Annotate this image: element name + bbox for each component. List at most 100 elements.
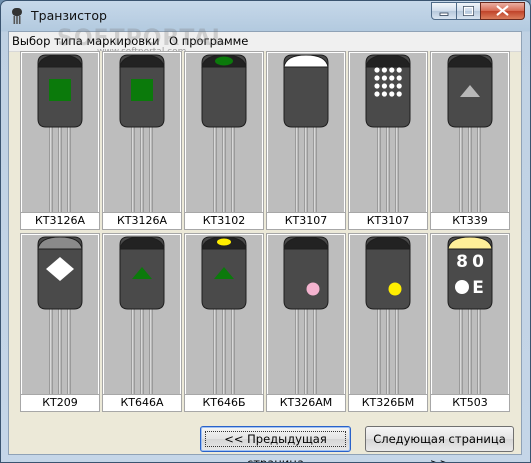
transistor-image — [104, 235, 180, 395]
marking-dot — [396, 83, 402, 89]
marking-square — [131, 79, 153, 101]
lead-highlight — [305, 307, 307, 395]
minimize-icon — [439, 12, 449, 16]
transistor-card[interactable]: КТ3126А — [20, 51, 100, 230]
marking-dot — [389, 91, 395, 97]
maximize-icon — [463, 6, 474, 16]
lead-highlight — [460, 125, 462, 213]
lead-highlight — [387, 307, 389, 395]
lead-highlight — [314, 307, 316, 395]
marking-dot — [381, 91, 387, 97]
marking-dot — [381, 83, 387, 89]
previous-page-button[interactable]: << Предыдущая страница — [200, 426, 351, 462]
transistor-drawing — [119, 54, 165, 213]
transistor-image — [432, 53, 508, 213]
lead-highlight — [50, 125, 52, 213]
marking-dot — [389, 83, 395, 89]
transistor-label: КТ326БМ — [349, 394, 427, 411]
minimize-button[interactable] — [431, 2, 457, 20]
marking-dot — [396, 67, 402, 73]
close-button[interactable] — [480, 2, 525, 20]
marking-dot — [381, 75, 387, 81]
marking-code-char: 0 — [472, 252, 484, 272]
marking-dot — [455, 280, 469, 294]
app-window: Транзистор Выбор типа маркировки О прогр… — [0, 0, 531, 463]
marking-code-char: 8 — [456, 252, 468, 272]
marking-dot — [306, 282, 320, 296]
transistor-label: КТ209 — [21, 394, 99, 411]
title-bar[interactable]: Транзистор — [1, 1, 530, 31]
transistor-card[interactable]: КТ646А — [102, 233, 182, 412]
transistor-card[interactable]: КТ3126А — [102, 51, 182, 230]
lead-highlight — [150, 307, 152, 395]
transistor-label: КТ646А — [103, 394, 181, 411]
marking-dot — [374, 67, 380, 73]
transistor-image — [350, 235, 426, 395]
transistor-card[interactable]: КТ326АМ — [266, 233, 346, 412]
transistor-image — [22, 235, 98, 395]
menu-about[interactable]: О программе — [169, 34, 248, 48]
client-area: Выбор типа маркировки О программе SOFTPO… — [8, 26, 522, 462]
lead-highlight — [378, 125, 380, 213]
transistor-drawing: 8 0 Е — [447, 236, 493, 395]
marking-oval — [215, 56, 233, 66]
transistor-label: КТ3102 — [185, 212, 263, 229]
lead-highlight — [50, 307, 52, 395]
transistor-app-icon — [12, 8, 22, 24]
transistor-card[interactable]: КТ339 — [430, 51, 510, 230]
transistor-card[interactable]: КТ326БМ — [348, 233, 428, 412]
lead-highlight — [214, 125, 216, 213]
lead-highlight — [378, 307, 380, 395]
marking-dot — [389, 75, 395, 81]
transistor-drawing — [201, 236, 247, 395]
lead-highlight — [469, 125, 471, 213]
transistor-image — [268, 235, 344, 395]
transistor-card[interactable]: КТ3102 — [184, 51, 264, 230]
marking-dot — [374, 83, 380, 89]
transistor-card[interactable]: 8 0 Е КТ503 — [430, 233, 510, 412]
transistor-card[interactable]: КТ3107 — [266, 51, 346, 230]
marking-dot — [396, 91, 402, 97]
marking-dot — [389, 67, 395, 73]
transistor-image — [268, 53, 344, 213]
transistor-image: 80 Е — [432, 235, 508, 395]
transistor-label: КТ3126А — [103, 212, 181, 229]
lead-highlight — [232, 125, 234, 213]
transistor-label: КТ326АМ — [267, 394, 345, 411]
transistor-label: КТ503 — [431, 394, 509, 411]
menu-bar: Выбор типа маркировки О программе SOFTPO… — [9, 26, 521, 57]
transistor-drawing — [365, 236, 411, 395]
lead-highlight — [478, 307, 480, 395]
lead-highlight — [396, 125, 398, 213]
menu-marking-type[interactable]: Выбор типа маркировки — [12, 34, 159, 48]
lead-highlight — [305, 125, 307, 213]
lead-highlight — [132, 125, 134, 213]
transistor-image — [350, 53, 426, 213]
transistor-card[interactable]: КТ646Б — [184, 233, 264, 412]
maximize-button[interactable] — [456, 2, 481, 20]
lead-highlight — [68, 307, 70, 395]
transistor-drawing — [119, 236, 165, 395]
transistor-drawing — [283, 54, 329, 213]
transistor-label: КТ3107 — [267, 212, 345, 229]
marking-code-char: Е — [472, 278, 484, 298]
lead-highlight — [314, 125, 316, 213]
transistor-card[interactable]: КТ209 — [20, 233, 100, 412]
transistor-image — [186, 235, 262, 395]
close-icon — [496, 5, 509, 16]
transistor-label: КТ3126А — [21, 212, 99, 229]
marking-square — [49, 79, 71, 101]
transistor-card[interactable]: КТ3107 — [348, 51, 428, 230]
next-page-button[interactable]: Следующая страница >> — [365, 426, 514, 462]
marking-dot — [374, 75, 380, 81]
lead-highlight — [141, 307, 143, 395]
transistor-label: КТ3107 — [349, 212, 427, 229]
lead-highlight — [59, 307, 61, 395]
transistor-label: КТ339 — [431, 212, 509, 229]
marking-dot — [388, 282, 402, 296]
lead-highlight — [132, 307, 134, 395]
marking-dot — [396, 75, 402, 81]
lead-highlight — [223, 307, 225, 395]
lead-highlight — [214, 307, 216, 395]
transistor-image — [104, 53, 180, 213]
